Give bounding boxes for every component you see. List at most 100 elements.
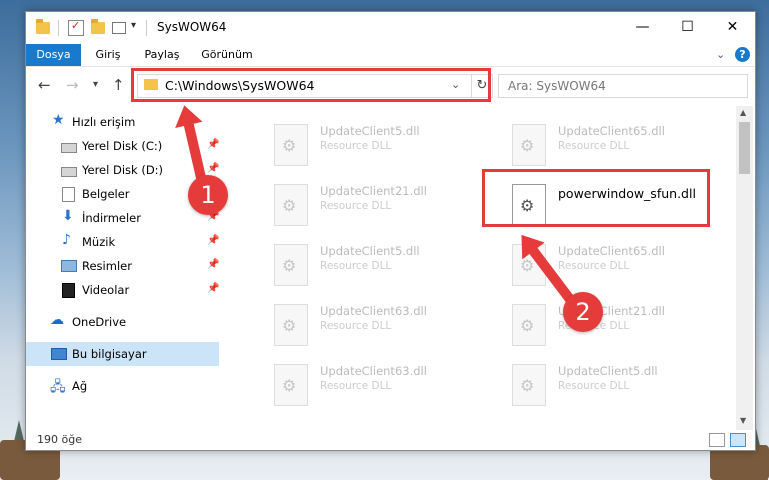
file-name: UpdateClient5.dll [558, 364, 658, 378]
step-badge-1: 1 [188, 175, 228, 215]
sidebar-item-this-pc[interactable]: Bu bilgisayar [26, 342, 219, 366]
up-arrow-icon[interactable]: ↑ [112, 76, 125, 94]
dll-file-icon [512, 364, 546, 406]
sidebar-item-label: Belgeler [82, 187, 130, 201]
file-item[interactable]: UpdateClient5.dll Resource DLL [272, 240, 498, 290]
sidebar-item-downloads[interactable]: ⬇ İndirmeler 📌 [26, 206, 222, 230]
maximize-button[interactable]: ☐ [665, 12, 710, 42]
file-list: UpdateClient5.dll Resource DLL UpdateCli… [222, 106, 736, 430]
download-icon: ⬇ [62, 208, 74, 224]
star-icon: ★ [52, 112, 65, 128]
dll-file-icon [274, 124, 308, 166]
scroll-down-icon[interactable]: ▼ [740, 416, 746, 425]
search-input[interactable]: Ara: SysWOW64 [498, 74, 748, 98]
recent-dropdown-icon[interactable]: ▾ [93, 79, 98, 90]
pin-icon: 📌 [207, 163, 220, 174]
file-name: UpdateClient65.dll [558, 124, 665, 138]
separator [146, 20, 147, 36]
dll-file-icon [274, 244, 308, 286]
file-name: UpdateClient5.dll [320, 244, 420, 258]
title-bar: ▾ SysWOW64 — ☐ ✕ [26, 12, 755, 44]
quick-access-dropdown-icon[interactable]: ▾ [131, 20, 136, 31]
disk-icon [61, 143, 77, 153]
search-placeholder: Ara: SysWOW64 [508, 79, 606, 93]
file-type: Resource DLL [320, 200, 392, 212]
pin-icon: 📌 [207, 139, 220, 150]
videos-icon [62, 283, 75, 298]
folder-icon [36, 19, 50, 34]
music-icon: ♪ [62, 232, 71, 248]
sidebar-item-music[interactable]: ♪ Müzik 📌 [26, 230, 222, 254]
file-type: Resource DLL [320, 320, 392, 332]
sidebar-item-label: Resimler [82, 259, 132, 273]
file-item[interactable]: UpdateClient63.dll Resource DLL [272, 360, 498, 410]
file-name: UpdateClient65.dll [558, 244, 665, 258]
sidebar-item-label: Yerel Disk (C:) [82, 139, 163, 153]
file-type: Resource DLL [320, 380, 392, 392]
pictures-icon [61, 260, 77, 272]
file-type: Resource DLL [558, 260, 630, 272]
file-item[interactable]: UpdateClient21.dll Resource DLL [272, 180, 498, 230]
computer-icon [51, 348, 67, 360]
dll-file-icon [512, 304, 546, 346]
dll-file-icon [512, 124, 546, 166]
forward-arrow-icon[interactable]: → [66, 76, 79, 94]
vertical-scrollbar[interactable]: ▲ ▼ [736, 106, 753, 430]
network-icon: 🖧 [50, 379, 66, 395]
file-type: Resource DLL [320, 260, 392, 272]
file-item[interactable]: UpdateClient65.dll Resource DLL [510, 120, 736, 170]
sidebar-item-onedrive[interactable]: ☁ OneDrive [26, 310, 222, 334]
tab-file[interactable]: Dosya [26, 44, 81, 66]
file-item[interactable]: UpdateClient63.dll Resource DLL [272, 300, 498, 350]
status-bar: 190 öğe [26, 430, 755, 450]
scroll-up-icon[interactable]: ▲ [740, 108, 746, 117]
sidebar-item-pictures[interactable]: Resimler 📌 [26, 254, 222, 278]
file-item[interactable]: UpdateClient5.dll Resource DLL [510, 360, 736, 410]
sidebar-item-label: Müzik [82, 235, 116, 249]
file-type: Resource DLL [558, 380, 630, 392]
file-name: UpdateClient5.dll [320, 124, 420, 138]
pin-icon: 📌 [207, 235, 220, 246]
sidebar-item-label: Videolar [82, 283, 130, 297]
customize-icon[interactable] [112, 20, 126, 34]
properties-icon[interactable] [68, 19, 84, 36]
step-badge-2: 2 [563, 292, 603, 332]
cloud-icon: ☁ [50, 312, 64, 328]
file-type: Resource DLL [320, 140, 392, 152]
minimize-button[interactable]: — [620, 12, 665, 42]
new-folder-icon[interactable] [91, 19, 105, 34]
address-highlight-box [131, 68, 491, 102]
tab-home[interactable]: Giriş [86, 44, 130, 66]
ribbon-expand-icon[interactable]: ⌄ [716, 48, 725, 61]
sidebar-item-label: Bu bilgisayar [72, 347, 147, 361]
file-item[interactable]: UpdateClient5.dll Resource DLL [272, 120, 498, 170]
tab-share[interactable]: Paylaş [138, 44, 186, 66]
separator [58, 20, 59, 36]
close-button[interactable]: ✕ [710, 12, 755, 42]
details-view-icon[interactable] [709, 433, 725, 447]
file-item[interactable]: UpdateClient21.dll Resource DLL [510, 300, 736, 350]
dll-file-icon [274, 184, 308, 226]
dll-file-icon [274, 304, 308, 346]
file-type: Resource DLL [558, 140, 630, 152]
scroll-thumb[interactable] [739, 122, 750, 174]
help-icon[interactable]: ? [735, 47, 750, 62]
pin-icon: 📌 [207, 283, 220, 294]
sidebar-item-label: Hızlı erişim [72, 115, 136, 129]
file-highlight-box [482, 169, 710, 227]
sidebar-item-label: OneDrive [72, 315, 127, 329]
tab-view[interactable]: Görünüm [196, 44, 258, 66]
item-count: 190 öğe [37, 433, 82, 446]
file-name: UpdateClient63.dll [320, 364, 427, 378]
sidebar-item-label: Ağ [72, 379, 88, 393]
file-name: UpdateClient21.dll [320, 184, 427, 198]
sidebar-item-label: İndirmeler [82, 211, 141, 225]
pin-icon: 📌 [207, 259, 220, 270]
dll-file-icon [274, 364, 308, 406]
large-icons-view-icon[interactable] [730, 433, 746, 447]
back-arrow-icon[interactable]: ← [38, 76, 51, 94]
ribbon-tabs: Dosya Giriş Paylaş Görünüm ⌄ ? [26, 44, 755, 67]
sidebar-item-videos[interactable]: Videolar 📌 [26, 278, 222, 302]
file-name: UpdateClient63.dll [320, 304, 427, 318]
sidebar-item-network[interactable]: 🖧 Ağ [26, 374, 222, 398]
